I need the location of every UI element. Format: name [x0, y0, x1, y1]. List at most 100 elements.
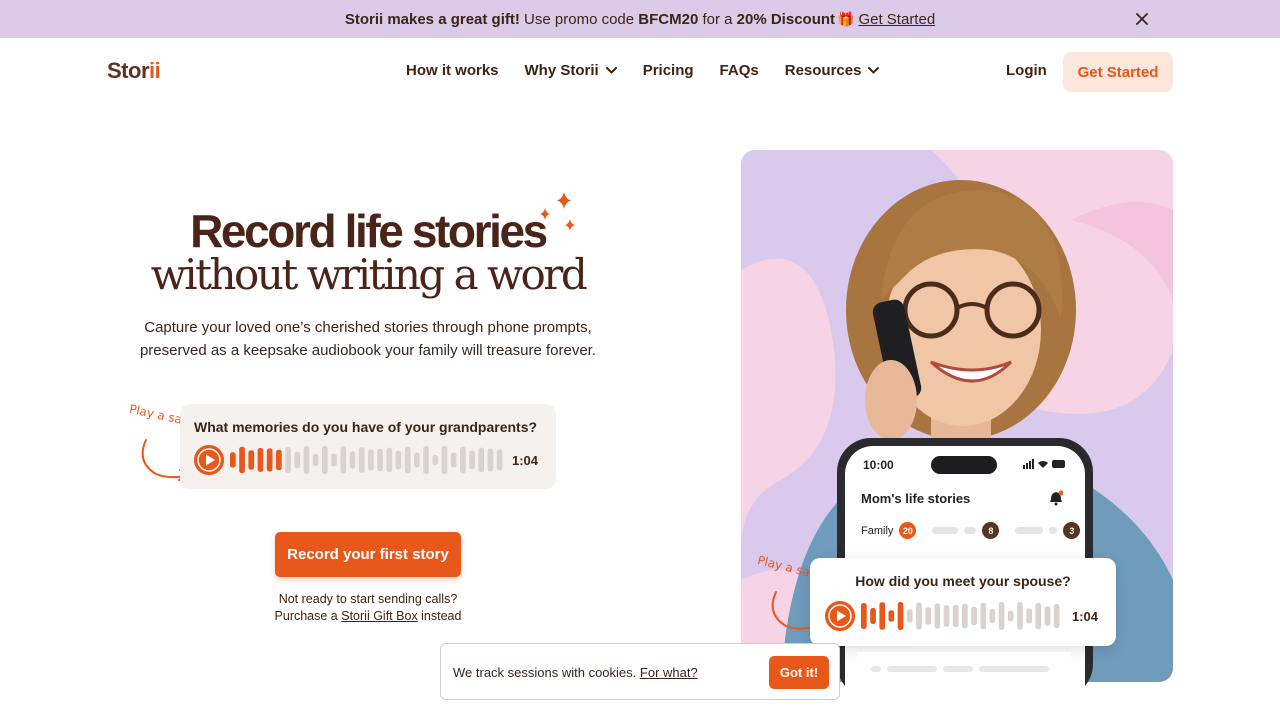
- waveform-bar: [248, 450, 255, 470]
- hero-subtitle: Capture your loved one’s cherished stori…: [130, 316, 606, 362]
- cookie-info-link[interactable]: For what?: [640, 665, 698, 680]
- waveform-bar: [404, 446, 411, 474]
- waveform-bar: [925, 607, 931, 625]
- placeholder-bar: [1049, 527, 1058, 534]
- nav-item-label: FAQs: [719, 62, 759, 79]
- waveform-bar: [943, 605, 950, 627]
- waveform-bar: [879, 602, 886, 630]
- placeholder-bar: [964, 527, 977, 534]
- waveform-bar: [285, 447, 291, 473]
- waveform-bar: [971, 606, 977, 626]
- waveform-bar: [1044, 606, 1051, 626]
- waveform-bar: [322, 446, 328, 474]
- waveform-bar: [934, 603, 941, 629]
- tag-label: Family: [861, 524, 894, 537]
- dynamic-island: [931, 456, 997, 474]
- waveform-bar: [952, 604, 959, 628]
- waveform-bar: [358, 447, 365, 473]
- waveform-bar: [395, 450, 402, 470]
- waveform-bar: [386, 447, 393, 473]
- gift-box-link[interactable]: Storii Gift Box: [341, 609, 417, 623]
- close-icon[interactable]: [1134, 11, 1150, 27]
- hero-subtitle-line2: preserved as a keepsake audiobook your f…: [139, 342, 597, 359]
- waveform-bar: [989, 608, 996, 624]
- waveform-bar: [980, 602, 987, 630]
- nav-item-resources[interactable]: Resources: [785, 62, 880, 79]
- count-badge: 8: [982, 522, 1000, 539]
- waveform-bar: [487, 448, 494, 472]
- promo-banner: Storii makes a great gift! Use promo cod…: [0, 0, 1280, 38]
- storii-logo[interactable]: Storii: [107, 58, 161, 84]
- cookie-message: We track sessions with cookies.: [453, 665, 637, 680]
- bell-icon[interactable]: [1049, 490, 1063, 506]
- gift-note-line2: Purchase a Storii Gift Box instead: [0, 609, 736, 623]
- waveform-bar: [496, 449, 503, 471]
- waveform-bar: [888, 610, 895, 622]
- chevron-down-icon: [605, 67, 617, 74]
- phone-tags: Family 20 8 3: [861, 522, 1081, 539]
- waveform-bar: [312, 454, 319, 466]
- nav-item-faqs[interactable]: FAQs: [720, 62, 759, 79]
- count-badge: 20: [899, 522, 917, 539]
- sample-question: What memories do you have of your grandp…: [194, 419, 538, 435]
- play-icon[interactable]: [825, 601, 855, 631]
- waveform-bar: [1017, 602, 1023, 630]
- record-first-story-button[interactable]: Record your first story: [275, 532, 461, 577]
- promo-headline: Storii makes a great gift!: [344, 10, 520, 28]
- gift-note-line1: Not ready to start sending calls?: [278, 592, 458, 606]
- phone-list-placeholder: [857, 652, 1071, 682]
- promo-code: BFCM20: [638, 10, 699, 28]
- chevron-down-icon: [868, 67, 880, 74]
- waveform-bar: [349, 451, 356, 469]
- nav-item-label: Why Storii: [524, 62, 599, 79]
- waveform-bar: [276, 449, 282, 471]
- gift-note-suffix: instead: [421, 609, 462, 623]
- login-link[interactable]: Login: [1006, 62, 1047, 79]
- waveform-bar: [294, 451, 301, 469]
- nav-item-label: Resources: [784, 62, 862, 79]
- phone-title: Mom's life stories: [861, 491, 971, 506]
- waveform-bar: [441, 446, 448, 474]
- nav-item-label: How it works: [406, 62, 499, 79]
- waveform-bar: [1035, 602, 1042, 630]
- gift-icon: 🎁: [837, 10, 855, 27]
- phone-clock: 10:00: [863, 458, 894, 472]
- waveform-bar: [423, 446, 429, 474]
- waveform-bar: [432, 455, 439, 465]
- waveform-bar: [916, 602, 922, 630]
- waveform-bar: [962, 603, 968, 629]
- audio-waveform[interactable]: [860, 600, 1062, 632]
- hero-title-line2: without writing a word: [150, 250, 588, 299]
- audio-waveform[interactable]: [229, 444, 505, 476]
- gift-note-prefix: Purchase a: [274, 609, 338, 623]
- play-icon[interactable]: [194, 445, 224, 475]
- placeholder-rows: [871, 666, 1049, 672]
- promo-get-started-link[interactable]: Get Started: [858, 11, 935, 28]
- waveform-bar: [340, 446, 347, 474]
- logo-accent-text: ii: [149, 58, 161, 83]
- waveform-bar: [998, 602, 1005, 630]
- sparkle-icon: [540, 192, 575, 231]
- nav-item-label: Pricing: [642, 62, 694, 79]
- waveform-bar: [469, 450, 475, 470]
- get-started-button[interactable]: Get Started: [1063, 52, 1173, 92]
- cookie-banner: We track sessions with cookies. For what…: [440, 643, 840, 700]
- cookie-accept-button[interactable]: Got it!: [769, 656, 829, 689]
- audio-duration: 1:04: [512, 453, 539, 468]
- nav-item-why-storii[interactable]: Why Storii: [525, 62, 617, 79]
- nav-item-how-it-works[interactable]: How it works: [406, 62, 499, 79]
- audio-duration: 1:04: [1072, 609, 1099, 624]
- waveform-bar: [460, 446, 466, 474]
- waveform-bar: [906, 609, 913, 623]
- waveform-bar: [897, 602, 904, 630]
- waveform-bar: [1053, 604, 1060, 629]
- main-nav: Storii How it works Why Storii Pricing F…: [0, 38, 1280, 104]
- waveform-bar: [1026, 608, 1032, 624]
- waveform-bar: [331, 453, 337, 467]
- waveform-bar: [266, 448, 273, 472]
- waveform-bar: [377, 448, 383, 472]
- waveform-bar: [257, 448, 264, 472]
- nav-item-pricing[interactable]: Pricing: [643, 62, 694, 79]
- waveform-bar: [303, 446, 310, 474]
- logo-text: Stor: [107, 58, 150, 83]
